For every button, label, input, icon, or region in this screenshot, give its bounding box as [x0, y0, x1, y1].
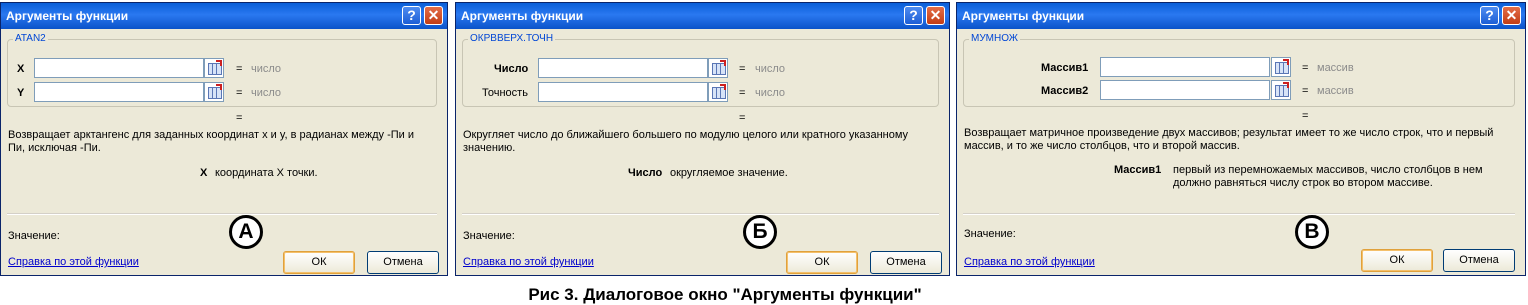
separator: [462, 213, 939, 215]
arrow-icon: [216, 60, 222, 66]
title-bar: Аргументы функции ? ✕: [957, 3, 1525, 29]
arg1-equals: =: [739, 63, 746, 75]
arg2-collapse-button[interactable]: [1271, 80, 1291, 100]
arg-help-name: Массив1: [1114, 164, 1162, 176]
help-link[interactable]: Справка по этой функции: [964, 256, 1095, 268]
cancel-button[interactable]: Отмена: [870, 251, 942, 274]
arg-help-text: первый из перемножаемых массивов, число …: [1173, 164, 1483, 189]
arg1-collapse-button[interactable]: [204, 58, 224, 78]
arg1-label: Массив1: [1041, 62, 1089, 74]
arg-help-text: округляемое значение.: [670, 167, 788, 179]
arg1-label: X: [17, 63, 25, 75]
arg2-label: Y: [17, 87, 25, 99]
arrow-icon: [1283, 82, 1289, 88]
ok-button[interactable]: ОК: [1361, 249, 1433, 272]
cancel-button[interactable]: Отмена: [367, 251, 439, 274]
arg1-collapse-button[interactable]: [1271, 57, 1291, 77]
arg2-label: Массив2: [1041, 85, 1089, 97]
cancel-button[interactable]: Отмена: [1443, 249, 1515, 272]
value-label: Значение:: [8, 230, 60, 242]
arg2-result: массив: [1317, 85, 1354, 97]
formula-result-equals: =: [739, 112, 746, 124]
help-link[interactable]: Справка по этой функции: [8, 256, 139, 268]
arg2-result: число: [251, 87, 282, 99]
dialog-title: Аргументы функции: [461, 9, 584, 23]
function-name: ATAN2: [13, 33, 48, 44]
dialog-title: Аргументы функции: [962, 9, 1085, 23]
arg2-collapse-button[interactable]: [708, 82, 728, 102]
function-description: Округляет число до ближайшего большего п…: [463, 129, 909, 154]
function-description: Возвращает матричное произведение двух м…: [964, 127, 1494, 152]
help-button[interactable]: ?: [1480, 6, 1499, 25]
formula-result-equals: =: [1302, 110, 1309, 122]
formula-result-equals: =: [236, 112, 243, 124]
close-button[interactable]: ✕: [1502, 6, 1521, 25]
arg2-result: число: [755, 87, 786, 99]
arg1-equals: =: [236, 63, 243, 75]
arg1-label: Число: [494, 63, 529, 75]
marker-label: В: [1295, 215, 1329, 249]
arg1-equals: =: [1302, 62, 1309, 74]
dialog-atan2: Аргументы функции ? ✕ ATAN2 X = число Y …: [0, 2, 448, 276]
separator: [7, 213, 437, 215]
arrow-icon: [216, 84, 222, 90]
arg2-input[interactable]: [1100, 80, 1270, 100]
arg2-input[interactable]: [34, 82, 204, 102]
arg1-result: массив: [1317, 62, 1354, 74]
value-label: Значение:: [964, 228, 1016, 240]
function-name: МУМНОЖ: [969, 33, 1021, 44]
arg2-equals: =: [1302, 85, 1309, 97]
function-description: Возвращает арктангенс для заданных коорд…: [8, 129, 414, 154]
arg2-equals: =: [236, 87, 243, 99]
title-bar: Аргументы функции ? ✕: [1, 3, 447, 29]
help-button[interactable]: ?: [904, 6, 923, 25]
function-name: ОКРВВЕРХ.ТОЧН: [468, 33, 556, 44]
arg2-equals: =: [739, 87, 746, 99]
figure-caption: Рис 3. Диалоговое окно "Аргументы функци…: [528, 285, 922, 304]
arg-help-text: координата X точки.: [215, 167, 318, 179]
dialog-title: Аргументы функции: [6, 9, 129, 23]
dialog-mmult: Аргументы функции ? ✕ МУМНОЖ Массив1 = м…: [956, 2, 1526, 276]
help-link[interactable]: Справка по этой функции: [463, 256, 594, 268]
separator: [963, 213, 1515, 215]
title-bar: Аргументы функции ? ✕: [456, 3, 949, 29]
close-button[interactable]: ✕: [926, 6, 945, 25]
arg1-input[interactable]: [34, 58, 204, 78]
arg1-input[interactable]: [538, 58, 708, 78]
dialog-ceiling-precise: Аргументы функции ? ✕ ОКРВВЕРХ.ТОЧН Числ…: [455, 2, 950, 276]
arrow-icon: [1283, 59, 1289, 65]
arg2-input[interactable]: [538, 82, 708, 102]
help-button[interactable]: ?: [402, 6, 421, 25]
ok-button[interactable]: ОК: [283, 251, 355, 274]
arg1-result: число: [755, 63, 786, 75]
ok-button[interactable]: ОК: [786, 251, 858, 274]
arg1-input[interactable]: [1100, 57, 1270, 77]
arg2-label: Точность: [482, 87, 528, 99]
arg-help-name: Число: [628, 167, 663, 179]
arg-help-name: X: [200, 167, 208, 179]
marker-label: А: [229, 215, 263, 249]
arg2-collapse-button[interactable]: [204, 82, 224, 102]
marker-label: Б: [743, 215, 777, 249]
close-button[interactable]: ✕: [424, 6, 443, 25]
arg1-result: число: [251, 63, 282, 75]
arrow-icon: [720, 60, 726, 66]
value-label: Значение:: [463, 230, 515, 242]
arg1-collapse-button[interactable]: [708, 58, 728, 78]
arrow-icon: [720, 84, 726, 90]
